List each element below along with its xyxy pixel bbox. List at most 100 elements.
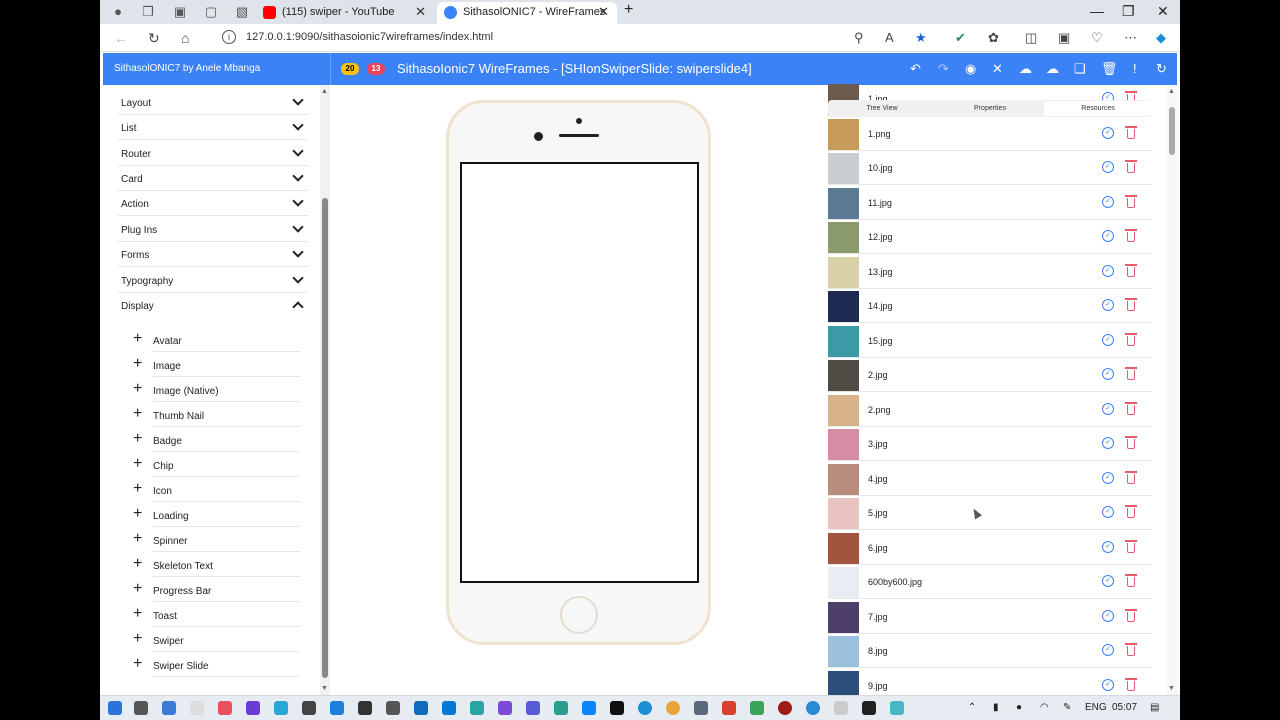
back-icon[interactable]: ← [114, 30, 128, 46]
delete-trash-icon[interactable] [1125, 160, 1137, 173]
app-icon[interactable] [722, 701, 736, 715]
component-spinner[interactable]: + Spinner [133, 527, 300, 552]
split-screen-icon[interactable]: ◫ [1025, 30, 1037, 46]
app-icon[interactable] [554, 701, 568, 715]
phone-screen[interactable] [460, 162, 699, 583]
select-check-icon[interactable]: ✓ [1102, 195, 1114, 208]
restore-icon[interactable]: ❐ [1122, 3, 1135, 20]
resource-item[interactable]: 6.jpg ✓ [828, 531, 1152, 565]
tab-properties[interactable]: Properties [936, 101, 1044, 116]
select-check-icon[interactable]: ✓ [1102, 471, 1114, 484]
accordion-plug-ins[interactable]: Plug Ins [118, 217, 308, 242]
resource-item[interactable]: 13.jpg ✓ [828, 255, 1152, 289]
app-icon[interactable] [862, 701, 876, 715]
select-check-icon[interactable]: ✓ [1102, 368, 1114, 380]
accordion-forms[interactable]: Forms [118, 242, 308, 267]
trash-icon[interactable]: 🗑 [1101, 61, 1118, 77]
app-icon[interactable] [778, 701, 792, 715]
delete-trash-icon[interactable] [1125, 470, 1137, 484]
tab-resources[interactable]: Resources [1044, 101, 1152, 116]
notifications-icon[interactable]: ▤ [1150, 702, 1159, 713]
app-icon[interactable] [246, 701, 260, 715]
delete-trash-icon[interactable] [1125, 298, 1137, 311]
accordion-card[interactable]: Card [118, 166, 308, 191]
close-tab-icon[interactable]: ✕ [415, 2, 426, 22]
resource-item[interactable]: 10.jpg ✓ [828, 151, 1152, 185]
app-icon[interactable] [470, 701, 484, 715]
scroll-down-icon[interactable]: ▼ [1168, 685, 1175, 692]
app-icon[interactable] [386, 701, 400, 715]
component-swiper-slide[interactable]: + Swiper Slide [133, 652, 300, 677]
select-check-icon[interactable]: ✓ [1102, 230, 1114, 242]
app-icon[interactable] [358, 701, 372, 715]
component-progress-bar[interactable]: + Progress Bar [133, 577, 300, 602]
tab-wireframes[interactable]: SithasolONIC7 - WireFrames ✕ [437, 2, 617, 24]
delete-trash-icon[interactable] [1125, 367, 1137, 380]
resource-item[interactable]: 2.png ✓ [828, 393, 1152, 427]
site-info-icon[interactable]: i [222, 30, 236, 44]
collections-icon[interactable]: ▣ [1058, 30, 1070, 46]
camera-icon[interactable]: ◉ [965, 61, 976, 77]
app-icon[interactable] [274, 701, 288, 715]
tab-youtube[interactable]: (115) swiper - YouTube ✕ [256, 2, 434, 24]
app-icon[interactable] [302, 701, 316, 715]
resource-item[interactable]: 2.jpg ✓ [828, 358, 1152, 392]
close-window-icon[interactable]: ✕ [1157, 3, 1169, 20]
accordion-action[interactable]: Action [118, 191, 308, 216]
delete-trash-icon[interactable] [1125, 505, 1137, 518]
new-tab-icon[interactable]: + [624, 1, 633, 19]
pen-icon[interactable]: ✎ [1063, 702, 1071, 713]
delete-trash-icon[interactable] [1125, 574, 1137, 587]
scrollbar-thumb[interactable] [322, 198, 328, 678]
resource-item[interactable]: 4.jpg ✓ [828, 462, 1152, 496]
accordion-typography[interactable]: Typography [118, 268, 308, 293]
resource-item[interactable]: 8.jpg ✓ [828, 634, 1152, 668]
app-icon[interactable] [526, 701, 540, 715]
select-check-icon[interactable]: ✓ [1102, 126, 1114, 139]
task-view-icon[interactable] [134, 701, 148, 715]
scroll-up-icon[interactable]: ▲ [321, 88, 328, 95]
terminal-icon[interactable] [610, 701, 624, 715]
select-check-icon[interactable]: ✓ [1102, 437, 1114, 449]
pinned-tab-icon[interactable]: ▢ [203, 4, 219, 20]
resource-item[interactable]: 11.jpg ✓ [828, 186, 1152, 220]
app-icon[interactable] [162, 701, 176, 715]
read-aloud-icon[interactable]: A [885, 30, 894, 45]
app-icon[interactable] [750, 701, 764, 715]
delete-trash-icon[interactable] [1125, 608, 1137, 622]
refresh-icon[interactable]: ↻ [1156, 61, 1167, 77]
delete-trash-icon[interactable] [1125, 332, 1137, 346]
zoom-icon[interactable]: ⚲ [854, 30, 864, 46]
app-icon[interactable] [190, 701, 204, 715]
delete-trash-icon[interactable] [1125, 436, 1137, 449]
profile-icon[interactable]: ● [110, 4, 126, 20]
delete-trash-icon[interactable] [1125, 263, 1137, 277]
favorite-star-icon[interactable]: ★ [915, 30, 927, 46]
delete-trash-icon[interactable] [1125, 125, 1137, 139]
resource-item[interactable]: 15.jpg ✓ [828, 324, 1152, 358]
component-toast[interactable]: + Toast [133, 602, 300, 627]
chevron-up-icon[interactable]: ⌃ [968, 702, 976, 713]
delete-trash-icon[interactable] [1125, 194, 1137, 208]
resource-item[interactable]: 3.jpg ✓ [828, 427, 1152, 461]
resource-item[interactable]: 12.jpg ✓ [828, 220, 1152, 254]
select-check-icon[interactable]: ✓ [1102, 402, 1114, 415]
delete-trash-icon[interactable] [1125, 401, 1137, 415]
copilot-icon[interactable]: ◆ [1156, 30, 1166, 46]
app-icon[interactable] [218, 701, 232, 715]
start-icon[interactable] [108, 701, 122, 715]
select-check-icon[interactable]: ✓ [1102, 506, 1114, 518]
resource-item[interactable]: 600by600.jpg ✓ [828, 565, 1152, 599]
component-icon[interactable]: + Icon [133, 477, 300, 502]
delete-trash-icon[interactable] [1125, 229, 1137, 242]
select-check-icon[interactable]: ✓ [1102, 264, 1114, 277]
component-thumb-nail[interactable]: + Thumb Nail [133, 402, 300, 427]
component-skeleton-text[interactable]: + Skeleton Text [133, 552, 300, 577]
select-check-icon[interactable]: ✓ [1102, 161, 1114, 173]
tab-tree-view[interactable]: Tree View [828, 101, 936, 116]
accordion-layout[interactable]: Layout [118, 90, 308, 115]
resource-item[interactable]: 7.jpg ✓ [828, 600, 1152, 634]
app-icon[interactable] [890, 701, 904, 715]
reload-icon[interactable]: ↻ [148, 30, 160, 47]
select-check-icon[interactable]: ✓ [1102, 299, 1114, 311]
